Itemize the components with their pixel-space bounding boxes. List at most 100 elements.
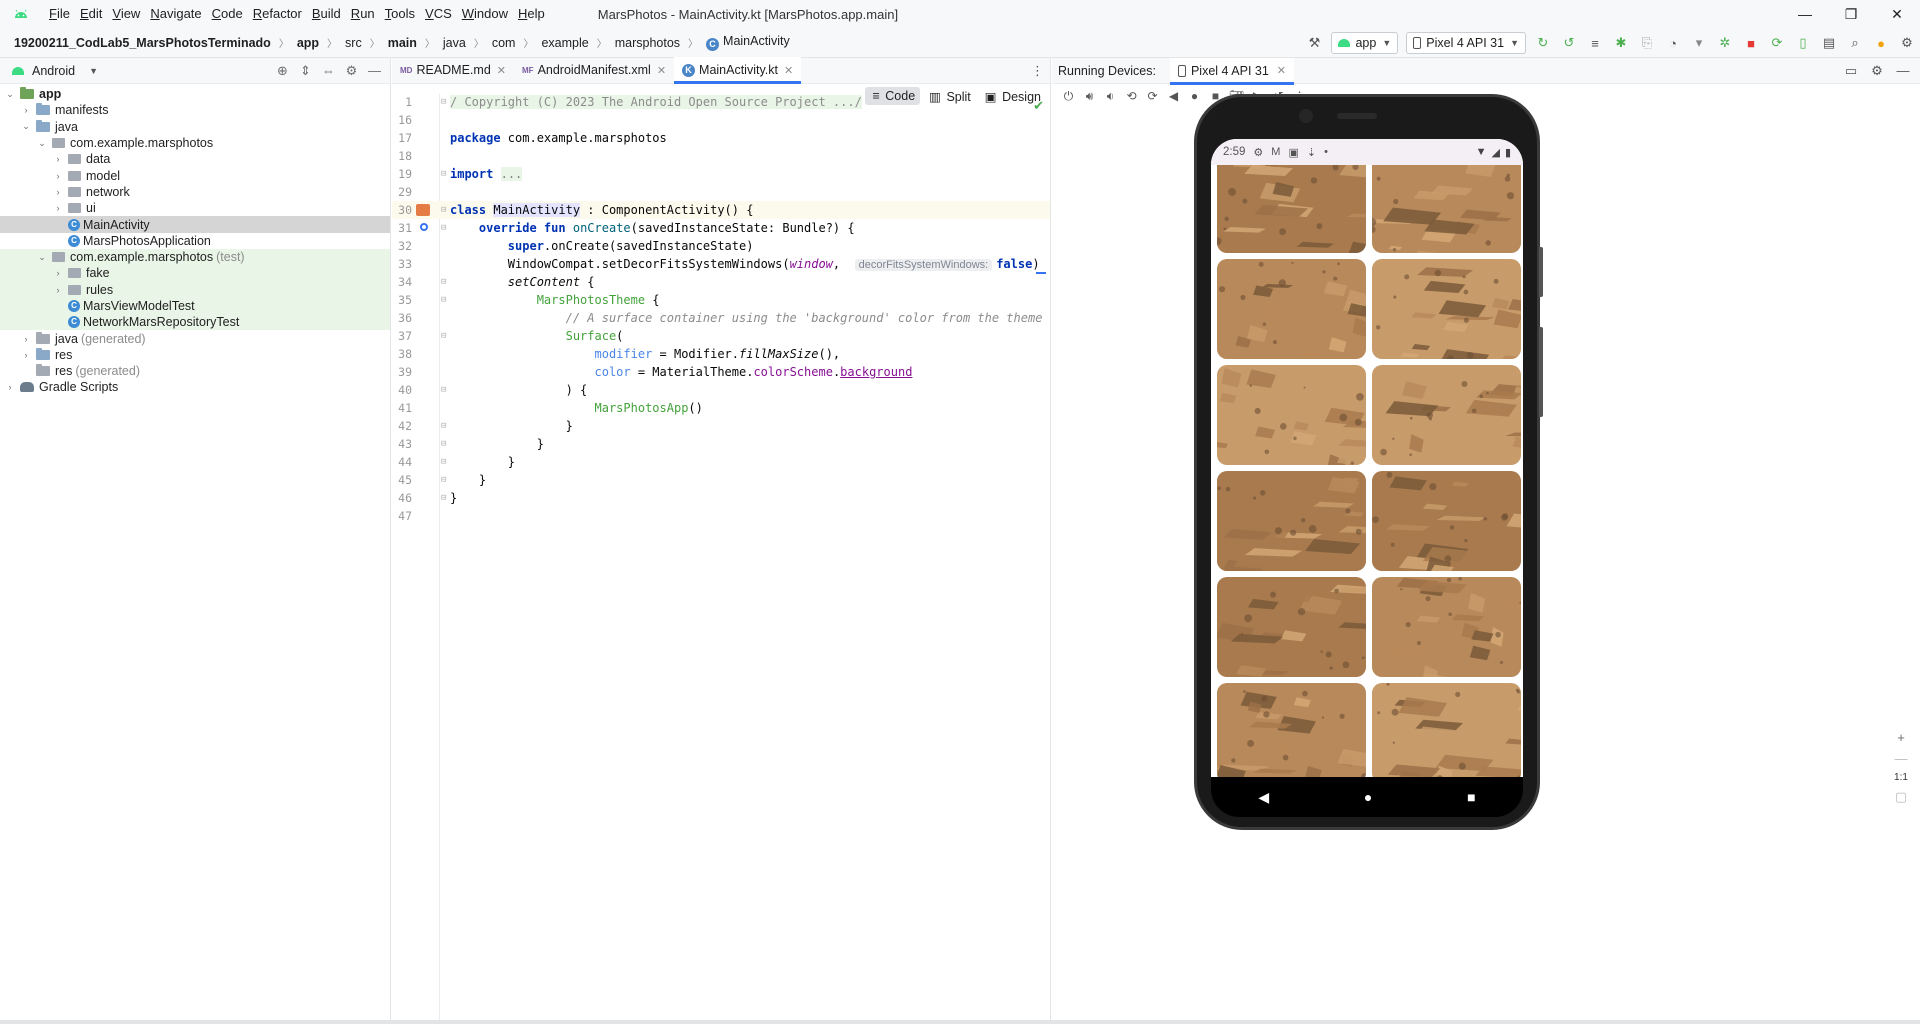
mars-photo[interactable] xyxy=(1217,683,1366,777)
code-line[interactable]: 1 ⊟ / Copyright (C) 2023 The Android Open … xyxy=(392,93,1050,111)
code-line[interactable]: 31 ⊟ override fun onCreate(savedInstanceS… xyxy=(392,219,1050,237)
updates-icon[interactable]: ● xyxy=(1869,32,1893,54)
window-layout-icon[interactable]: ▭ xyxy=(1838,58,1864,84)
code-line[interactable]: 29 xyxy=(392,183,1050,201)
settings-icon[interactable]: ⚙ xyxy=(1895,32,1919,54)
mars-photo[interactable] xyxy=(1372,683,1521,777)
code-line[interactable]: 17 package com.example.marsphotos xyxy=(392,129,1050,147)
menu-file[interactable]: File xyxy=(44,0,75,28)
code-line[interactable]: 36 // A surface container using the 'bac… xyxy=(392,309,1050,327)
fold-icon[interactable]: ⊟ xyxy=(441,489,449,507)
breadcrumb-item[interactable]: main xyxy=(386,36,419,50)
debug-icon[interactable]: ✱ xyxy=(1609,32,1633,54)
tree-item[interactable]: › network xyxy=(0,184,390,200)
breadcrumb-item[interactable]: C MainActivity xyxy=(704,34,792,51)
menu-build[interactable]: Build xyxy=(307,0,346,28)
mars-photo[interactable] xyxy=(1217,365,1366,465)
code-line[interactable]: 34 ⊟ setContent { xyxy=(392,273,1050,291)
code-line[interactable]: 32 super.onCreate(savedInstanceState) xyxy=(392,237,1050,255)
fold-icon[interactable]: ⊟ xyxy=(441,93,449,111)
fold-icon[interactable]: ⊟ xyxy=(441,471,449,489)
more-run-icon[interactable]: ▾ xyxy=(1687,32,1711,54)
menu-edit[interactable]: Edit xyxy=(75,0,107,28)
tree-item[interactable]: ⌄ com.example.marsphotos (test) xyxy=(0,248,390,266)
mars-photo[interactable] xyxy=(1372,577,1521,677)
editor-tab[interactable]: MD README.md ✕ xyxy=(392,57,514,83)
tree-item[interactable]: › data xyxy=(0,151,390,167)
close-icon[interactable]: ✕ xyxy=(784,64,793,77)
menu-view[interactable]: View xyxy=(107,0,145,28)
code-line[interactable]: 33 WindowCompat.setDecorFitsSystemWindow… xyxy=(392,255,1050,273)
volume-down-icon[interactable]: 🔉︎ xyxy=(1100,89,1121,104)
code-area[interactable]: 1 ⊟ / Copyright (C) 2023 The Android Open … xyxy=(392,93,1050,525)
code-line[interactable]: 37 ⊟ Surface( xyxy=(392,327,1050,345)
fold-icon[interactable]: ⊟ xyxy=(441,453,449,471)
more-icon[interactable]: ⋮ xyxy=(1031,58,1044,84)
fold-icon[interactable]: ⊟ xyxy=(441,381,449,399)
breadcrumb-item[interactable]: app xyxy=(295,36,321,50)
code-line[interactable]: 38 modifier = Modifier.fillMaxSize(), xyxy=(392,345,1050,363)
close-icon[interactable]: ✕ xyxy=(1874,0,1920,28)
chevron-right-icon[interactable]: › xyxy=(52,171,64,181)
breadcrumb-item[interactable]: 19200211_CodLab5_MarsPhotosTerminado xyxy=(12,36,273,50)
chevron-down-icon[interactable]: ⌄ xyxy=(4,89,16,100)
tree-item[interactable]: ⌄ app xyxy=(0,86,390,102)
chevron-right-icon[interactable]: › xyxy=(52,154,64,164)
hide-icon[interactable]: — xyxy=(1890,58,1916,84)
no-problems-icon[interactable]: ✔ xyxy=(1033,98,1044,114)
mars-photo[interactable] xyxy=(1372,259,1521,359)
chevron-down-icon[interactable]: ⌄ xyxy=(36,252,48,263)
code-line[interactable]: 47 xyxy=(392,507,1050,525)
hide-icon[interactable]: — xyxy=(363,60,386,82)
tree-item[interactable]: › Gradle Scripts xyxy=(0,379,390,395)
mars-photo[interactable] xyxy=(1217,471,1366,571)
breadcrumb-item[interactable]: marsphotos xyxy=(613,36,682,50)
back-icon[interactable]: ◀ xyxy=(1258,789,1269,806)
overview-icon[interactable]: ■ xyxy=(1467,789,1475,805)
code-line[interactable]: 45 ⊟ } xyxy=(392,471,1050,489)
volume-up-icon[interactable]: 🔊︎ xyxy=(1079,89,1100,104)
tree-item[interactable]: C MainActivity xyxy=(0,216,390,233)
menu-run[interactable]: Run xyxy=(346,0,380,28)
fold-icon[interactable]: ⊟ xyxy=(441,435,449,453)
fold-icon[interactable]: ⊟ xyxy=(441,327,449,345)
code-line[interactable]: 41 MarsPhotosApp() xyxy=(392,399,1050,417)
tree-item[interactable]: › rules xyxy=(0,281,390,298)
chevron-down-icon[interactable]: ▼ xyxy=(89,66,98,76)
fold-icon[interactable]: ⊟ xyxy=(441,273,449,291)
menu-window[interactable]: Window xyxy=(457,0,513,28)
mars-photo[interactable] xyxy=(1372,153,1521,253)
tree-item[interactable]: C MarsViewModelTest xyxy=(0,297,390,315)
device-manager-icon[interactable]: ▯ xyxy=(1791,32,1815,54)
menu-refactor[interactable]: Refactor xyxy=(248,0,307,28)
collapse-all-icon[interactable]: ⇔ xyxy=(317,60,340,82)
mars-photo[interactable] xyxy=(1217,259,1366,359)
device-tab[interactable]: Pixel 4 API 31 ✕ xyxy=(1169,57,1295,85)
chevron-right-icon[interactable]: › xyxy=(20,334,32,344)
fold-icon[interactable]: ⊟ xyxy=(441,165,449,183)
home-icon[interactable]: ● xyxy=(1184,89,1205,103)
attach-debugger-icon[interactable]: ⎘ xyxy=(1635,32,1659,54)
rotate-right-icon[interactable]: ⟳ xyxy=(1142,89,1163,103)
tree-item[interactable]: › model xyxy=(0,167,390,183)
back-icon[interactable]: ◀ xyxy=(1163,89,1184,103)
mars-photo[interactable] xyxy=(1372,365,1521,465)
project-view-select[interactable]: Android xyxy=(32,64,75,78)
breadcrumb-item[interactable]: src xyxy=(343,36,364,50)
fold-icon[interactable]: ⊟ xyxy=(441,201,449,219)
code-line[interactable]: 43 ⊟ } xyxy=(392,435,1050,453)
power-icon[interactable]: ⏻ xyxy=(1058,89,1079,104)
stop-icon[interactable]: ■ xyxy=(1739,32,1763,54)
tree-item[interactable]: res (generated) xyxy=(0,363,390,379)
code-line[interactable]: 30 ⊟ class MainActivity : ComponentActivit… xyxy=(392,201,1050,219)
code-line[interactable]: 19 ⊟ import ... xyxy=(392,165,1050,183)
zoom-in-icon[interactable]: + xyxy=(1897,730,1905,745)
phone-screen[interactable]: 2:59 ⚙ M ▣ ⇣ • ▼ ◢ ▮ xyxy=(1211,139,1523,777)
breadcrumb-item[interactable]: example xyxy=(539,36,590,50)
zoom-actual-size[interactable]: 1:1 xyxy=(1894,772,1908,783)
code-line[interactable]: 39 color = MaterialTheme.colorScheme.bac… xyxy=(392,363,1050,381)
tree-item[interactable]: › java (generated) xyxy=(0,330,390,346)
minimize-icon[interactable]: — xyxy=(1782,0,1828,28)
settings-icon[interactable]: ⚙ xyxy=(1864,58,1890,84)
apply-changes-icon[interactable]: ↺ xyxy=(1557,32,1581,54)
